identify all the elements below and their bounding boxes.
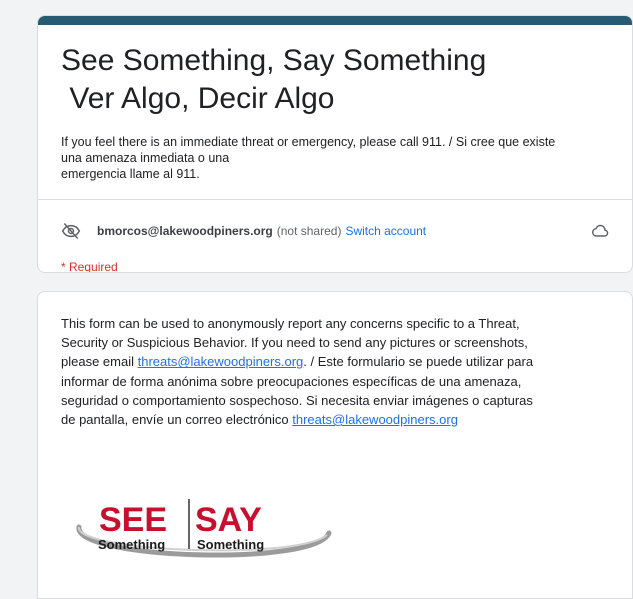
required-note: * Required [61, 260, 118, 273]
threats-email-link[interactable]: threats@lakewoodpiners.org [138, 354, 304, 369]
description-line: una amenaza inmediata o una [61, 151, 230, 165]
account-row: bmorcos@lakewoodpiners.org (not shared) … [61, 218, 610, 244]
see-say-logo: SEE SAY Something Something [76, 499, 332, 558]
eye-off-icon [61, 223, 81, 239]
info-text-fragment: de pantalla, envíe un correo electrónico [61, 412, 293, 428]
info-card: This form can be used to anonymously rep… [37, 291, 633, 599]
info-text: This form can be used to anonymously rep… [61, 314, 621, 429]
form-description: If you feel there is an immediate threat… [61, 134, 621, 182]
info-line: de pantalla, envíe un correo electrónico… [61, 410, 621, 429]
logo-something-left: Something [98, 537, 165, 552]
threats-email-link[interactable]: threats@lakewoodpiners.org [292, 412, 458, 427]
info-line: informar de forma anónima sobre preocupa… [61, 373, 522, 389]
divider [38, 199, 632, 200]
description-line: emergencia llame al 911. [61, 167, 200, 181]
form-title-line2: Ver Algo, Decir Algo [61, 82, 335, 115]
logo-see-text: SEE [99, 501, 167, 539]
form-header-card: See Something, Say Something Ver Algo, D… [37, 15, 633, 273]
info-line: seguridad o comportamiento sospechoso. S… [61, 392, 533, 408]
cloud-save-icon[interactable] [590, 221, 610, 241]
info-text-fragment: please email [61, 354, 138, 370]
form-title-line1: See Something, Say Something [61, 44, 487, 77]
info-line: This form can be used to anonymously rep… [61, 316, 520, 331]
description-line: If you feel there is an immediate threat… [61, 135, 556, 149]
logo-something-right: Something [197, 537, 264, 552]
info-text-fragment: . / Este formulario se puede utilizar pa… [303, 354, 534, 370]
switch-account-link[interactable]: Switch account [345, 224, 426, 238]
account-email: bmorcos@lakewoodpiners.org [97, 224, 273, 238]
form-title: See Something, Say Something Ver Algo, D… [61, 42, 486, 118]
info-line: Security or Suspicious Behavior. If you … [61, 335, 528, 351]
header-accent-bar [38, 16, 632, 25]
not-shared-label: (not shared) [276, 224, 342, 238]
info-line: please email threats@lakewoodpiners.org.… [61, 352, 621, 371]
logo-say-text: SAY [195, 501, 262, 539]
